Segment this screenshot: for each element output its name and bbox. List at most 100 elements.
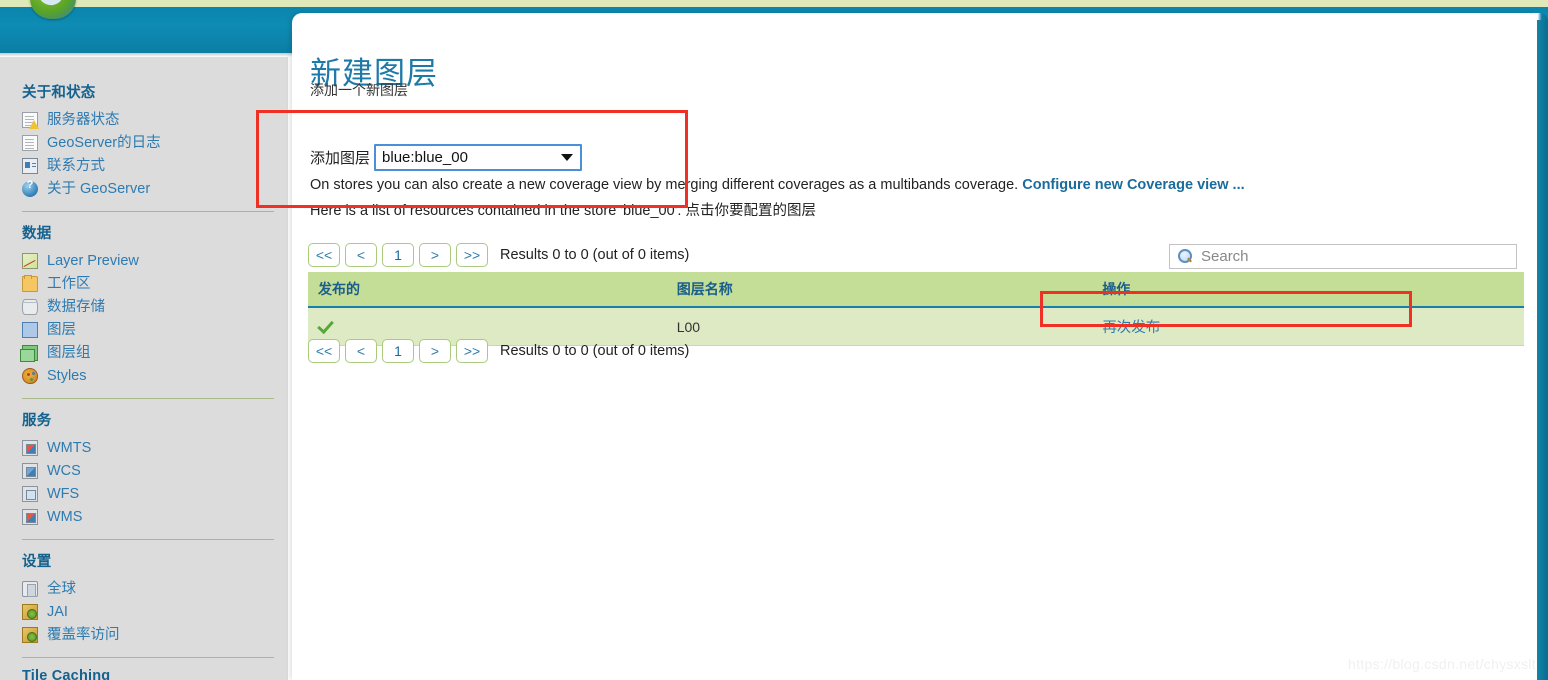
column-header-layer-name[interactable]: 图层名称 [666,272,1093,308]
pagination-next-button[interactable]: > [419,243,451,267]
styles-palette-icon [22,368,38,384]
sidebar-item-wms[interactable]: WMS [22,506,266,528]
resources-table: 发布的 图层名称 操作 L00 再次发布 [308,272,1524,346]
pagination-first-button[interactable]: << [308,243,340,267]
sidebar-item-global[interactable]: 全球 [22,578,266,600]
add-layer-row: 添加图层 blue:blue_00 [310,144,583,171]
main-content-panel: 新建图层 添加一个新图层 添加图层 blue:blue_00 On stores… [292,13,1540,680]
sidebar-item-layer-groups[interactable]: 图层组 [20,342,266,364]
sidebar-item-label: 工作区 [47,276,91,292]
table-header-row: 发布的 图层名称 操作 [308,272,1524,308]
sidebar-item-wmts[interactable]: WMTS [22,437,266,459]
sidebar-item-about-geoserver[interactable]: 关于 GeoServer [22,178,266,200]
pagination-bottom: << < 1 > >> Results 0 to 0 (out of 0 ite… [308,339,689,363]
search-icon [1178,249,1193,264]
sidebar-item-geoserver-logs[interactable]: GeoServer的日志 [22,132,266,154]
sidebar-item-label: Styles [47,368,87,384]
republish-link[interactable]: 再次发布 [1102,320,1160,336]
layer-preview-icon [22,253,38,269]
wfs-service-icon [22,486,38,502]
cell-layer-name: L00 [666,307,1093,346]
geoserver-page: 关于和状态 服务器状态 GeoServer的日志 联系方式 关于 GeoServ… [0,0,1548,680]
sidebar-item-label: WMS [47,509,83,525]
pagination-last-button[interactable]: >> [456,243,488,267]
column-header-published[interactable]: 发布的 [308,272,667,308]
sidebar-section-title-settings: 设置 [22,554,52,570]
sidebar-item-label: 服务器状态 [47,112,120,128]
sidebar-item-workspaces[interactable]: 工作区 [22,273,266,295]
pagination-page-1-button[interactable]: 1 [382,243,414,267]
sidebar-item-label: WFS [47,486,80,502]
pagination-first-button[interactable]: << [308,339,340,363]
sidebar-section-title-services: 服务 [22,413,52,429]
server-status-icon [22,112,39,129]
sidebar-item-wfs[interactable]: WFS [22,483,266,505]
sidebar-inner: 关于和状态 服务器状态 GeoServer的日志 联系方式 关于 GeoServ… [0,57,274,680]
pagination-prev-button[interactable]: < [345,339,377,363]
store-select[interactable]: blue:blue_00 [374,144,583,171]
green-check-icon [318,317,334,333]
sidebar-divider [22,539,274,540]
panel-right-edge-teal [1537,20,1548,680]
sidebar-item-server-status[interactable]: 服务器状态 [22,109,266,131]
layer-icon [22,322,38,338]
sidebar-item-layers[interactable]: 图层 [22,319,266,341]
pagination-page-1-button[interactable]: 1 [382,339,414,363]
coverage-access-icon [22,627,38,643]
sidebar-section-title-tile-caching: Tile Caching [22,668,111,680]
sidebar-item-label: 覆盖率访问 [47,627,120,643]
table-head: 发布的 图层名称 操作 [308,272,1524,308]
sidebar-item-label: WMTS [47,440,92,456]
datastore-icon [22,299,38,315]
sidebar-divider [22,398,274,399]
configure-coverage-view-link[interactable]: Configure new Coverage view ... [1022,177,1244,193]
pagination-next-button[interactable]: > [419,339,451,363]
sidebar-section-title-data: 数据 [22,226,52,242]
about-help-icon [22,179,38,197]
search-input[interactable] [1199,247,1516,266]
sidebar-divider [22,657,274,658]
contact-card-icon [22,158,38,174]
sidebar-item-label: 图层 [47,322,76,338]
sidebar-item-label: WCS [47,463,81,479]
sidebar-item-label: 联系方式 [47,158,105,174]
wms-service-icon [22,509,38,525]
add-layer-label: 添加图层 [310,150,371,167]
top-olive-strip [0,0,1548,7]
sidebar-item-label: 关于 GeoServer [47,181,151,197]
pagination-results-text: Results 0 to 0 (out of 0 items) [500,247,690,263]
log-document-icon [22,135,38,151]
pagination-results-text: Results 0 to 0 (out of 0 items) [500,343,690,359]
sidebar-item-label: Layer Preview [47,253,139,269]
geoserver-logo-icon[interactable] [30,0,76,19]
resource-list-description: Here is a list of resources contained in… [310,203,816,219]
sidebar-item-contact[interactable]: 联系方式 [22,155,266,177]
layer-group-icon [20,345,38,362]
sidebar-item-layer-preview[interactable]: Layer Preview [22,250,266,272]
sidebar-item-label: JAI [47,604,68,620]
search-box[interactable] [1169,244,1517,269]
sidebar-item-styles[interactable]: Styles [22,365,266,387]
store-select-wrapper: blue:blue_00 [374,144,583,171]
wmts-service-icon [22,440,38,456]
column-header-action[interactable]: 操作 [1092,272,1524,308]
sidebar: 关于和状态 服务器状态 GeoServer的日志 联系方式 关于 GeoServ… [0,57,288,680]
sidebar-item-label: 图层组 [47,345,91,361]
sidebar-item-label: GeoServer的日志 [47,135,161,151]
sidebar-item-jai[interactable]: JAI [22,601,266,623]
sidebar-item-stores[interactable]: 数据存储 [22,296,266,318]
global-settings-icon [22,581,38,597]
sidebar-section-title-about: 关于和状态 [22,85,96,101]
pagination-top: << < 1 > >> Results 0 to 0 (out of 0 ite… [308,243,689,267]
sidebar-divider [22,211,274,212]
sidebar-item-coverage-access[interactable]: 覆盖率访问 [22,624,266,646]
pagination-prev-button[interactable]: < [345,243,377,267]
coverage-view-text: On stores you can also create a new cove… [310,177,1019,193]
pagination-last-button[interactable]: >> [456,339,488,363]
jai-icon [22,604,38,620]
sidebar-item-label: 数据存储 [47,299,105,315]
page-subtitle: 添加一个新图层 [310,82,408,98]
wcs-service-icon [22,463,38,479]
cell-action: 再次发布 [1092,307,1524,346]
sidebar-item-wcs[interactable]: WCS [22,460,266,482]
